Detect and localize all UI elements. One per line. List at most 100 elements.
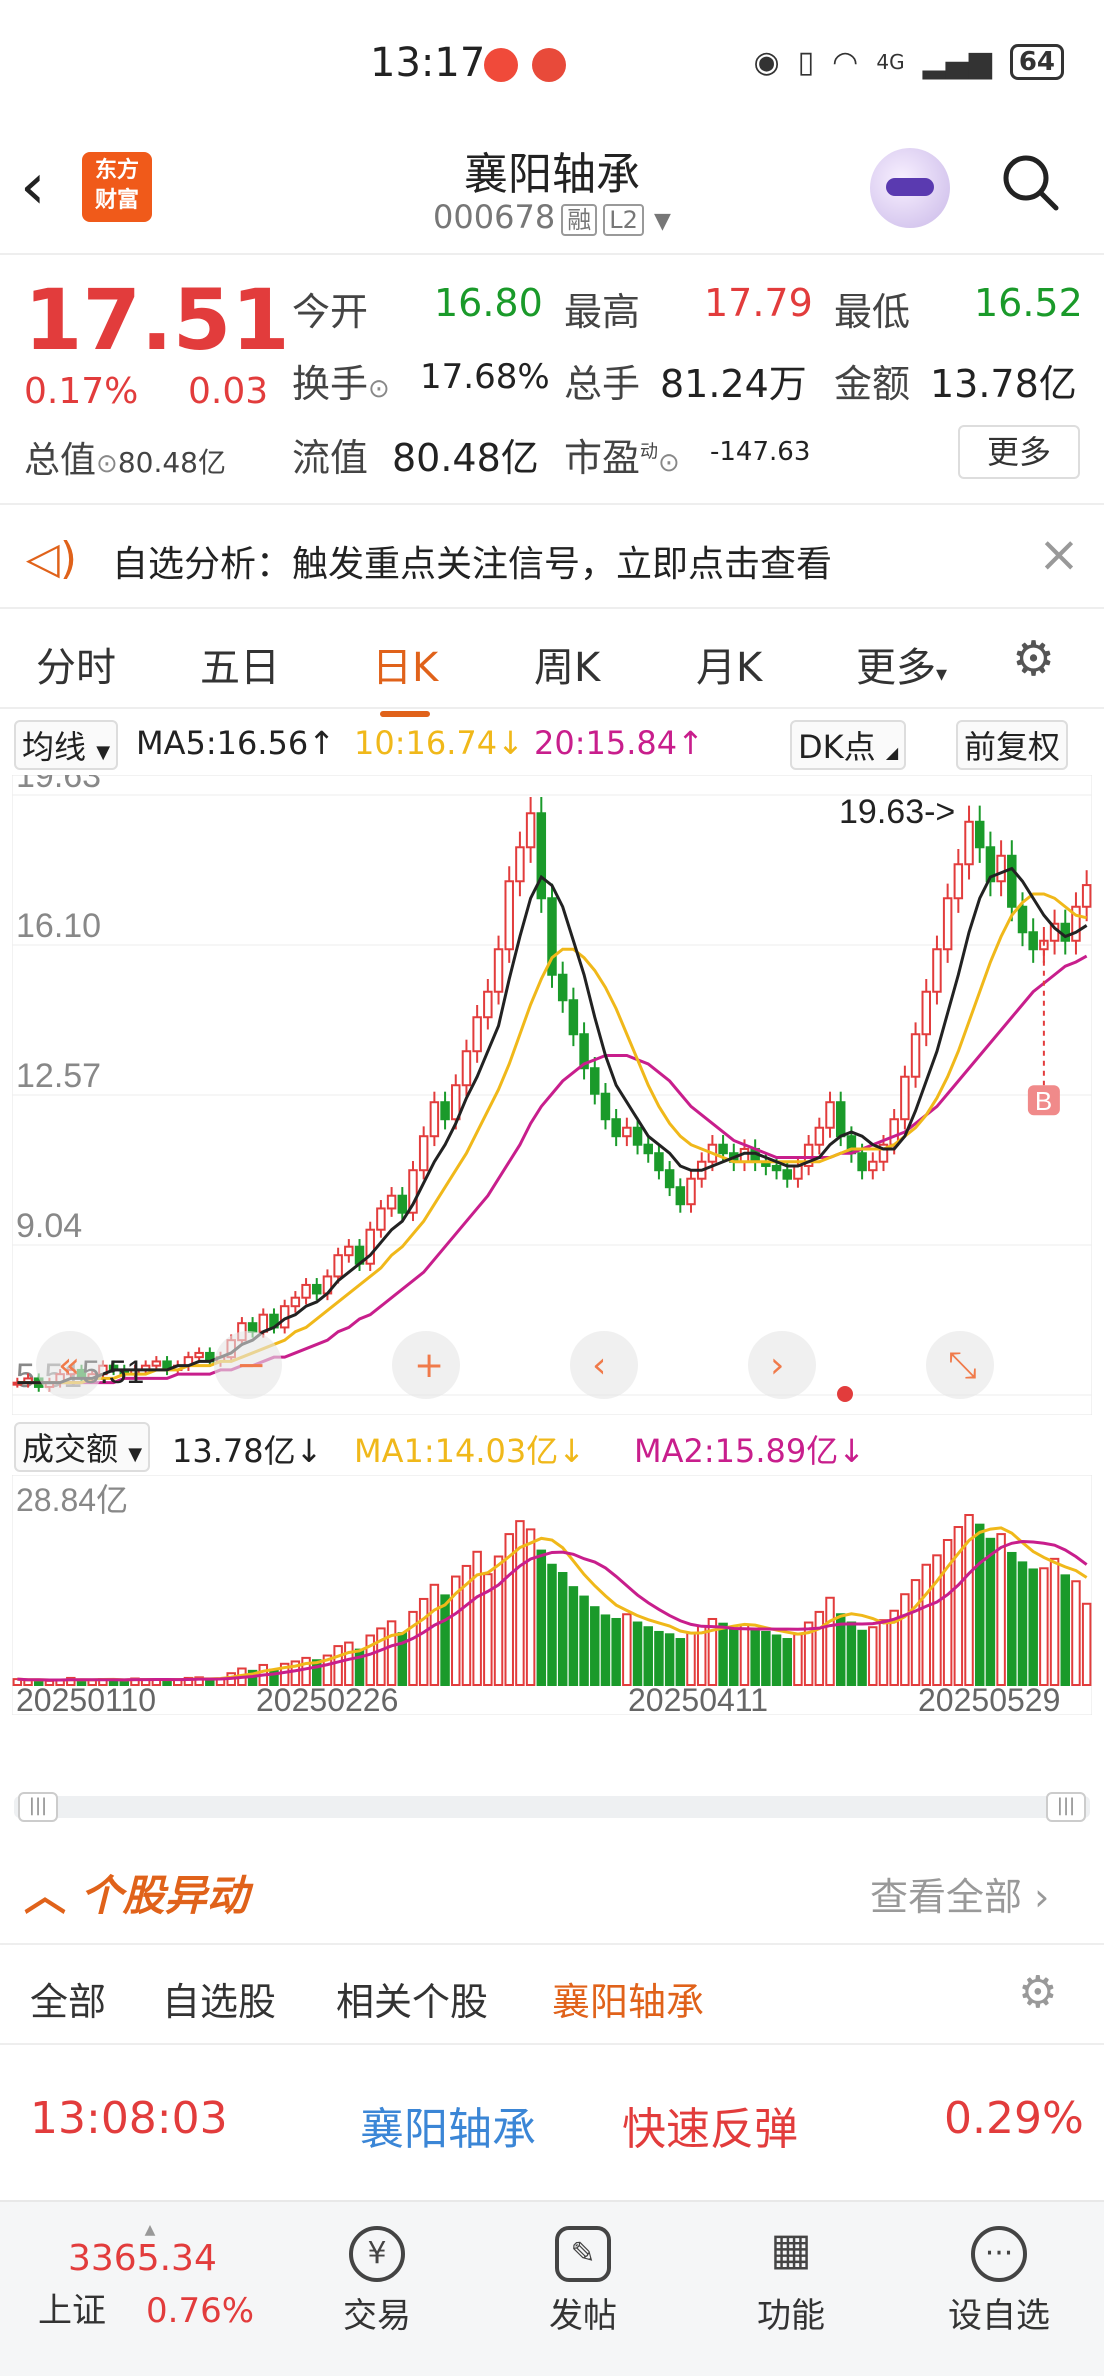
nav-add-watchlist[interactable]: ··· 设自选 bbox=[924, 2202, 1074, 2337]
movement-tab-all[interactable]: 全部 bbox=[30, 1971, 106, 2026]
view-all-link[interactable]: 查看全部 › bbox=[870, 1866, 1049, 1921]
eye-icon: ◉ bbox=[753, 44, 780, 80]
volume-bar bbox=[793, 1633, 803, 1686]
tab-monthly-k[interactable]: 月K bbox=[696, 635, 762, 693]
tab-more[interactable]: 更多▾ bbox=[856, 635, 947, 693]
float-label: 流值 bbox=[292, 436, 369, 480]
volume-bar bbox=[996, 1533, 1006, 1686]
nav-post-label: 发帖 bbox=[549, 2296, 617, 2336]
high-annotation: 19.63-> bbox=[839, 793, 955, 831]
settings-gear-icon[interactable]: ⚙ bbox=[1012, 631, 1055, 687]
volume-bar bbox=[1039, 1567, 1049, 1686]
slider-right-handle[interactable]: ||| bbox=[1046, 1792, 1086, 1822]
chart-control-button[interactable]: ⤡ bbox=[926, 1331, 994, 1399]
kline-chart[interactable]: 19.6316.1012.579.045.5119.63->5.51B«−+‹›… bbox=[12, 775, 1092, 1415]
candle-body bbox=[1017, 905, 1028, 934]
assistant-robot-icon[interactable] bbox=[870, 148, 950, 228]
nav-post[interactable]: ✎ 发帖 bbox=[508, 2202, 658, 2337]
volume-bar bbox=[1049, 1557, 1060, 1686]
movement-row[interactable]: 13:08:03 襄阳轴承 快速反弹 0.29% bbox=[0, 2045, 1104, 2195]
movement-tab-watchlist[interactable]: 自选股 bbox=[162, 1971, 276, 2026]
volume-bar bbox=[729, 1627, 739, 1686]
alert-bar[interactable]: ◁) 自选分析：触发重点关注信号，立即点击查看 × bbox=[0, 503, 1104, 609]
volume-value: 81.24万 bbox=[660, 362, 807, 406]
candle-body bbox=[493, 948, 504, 993]
candle-body bbox=[664, 1169, 675, 1189]
chart-control-button[interactable]: « bbox=[36, 1331, 104, 1399]
volume-bar bbox=[771, 1634, 782, 1687]
chart-control-button[interactable]: + bbox=[392, 1331, 460, 1399]
candle-body bbox=[611, 1118, 621, 1138]
indicator-dropdown[interactable]: 均线 ▼ bbox=[14, 720, 119, 770]
x-date-label: 20250110 bbox=[16, 1682, 156, 1715]
chart-control-button[interactable]: ‹ bbox=[570, 1331, 638, 1399]
x-date-label: 20250226 bbox=[256, 1682, 398, 1715]
tab-weekly-k[interactable]: 周K bbox=[534, 635, 600, 693]
change-percent: 0.17% bbox=[24, 371, 139, 412]
candle-body bbox=[900, 1075, 910, 1121]
volume-bar bbox=[493, 1555, 504, 1686]
candle-body bbox=[782, 1169, 792, 1180]
movement-stock-name[interactable]: 襄阳轴承 bbox=[360, 2093, 536, 2157]
chart-control-icon: › bbox=[770, 1345, 784, 1386]
movement-header: ︿ 个股异动 查看全部 › bbox=[0, 1840, 1104, 1945]
volume-current: 13.78亿↓ bbox=[172, 1432, 323, 1470]
close-icon[interactable]: × bbox=[1038, 525, 1080, 583]
volume-bar bbox=[921, 1563, 931, 1686]
live-dot bbox=[837, 1386, 853, 1402]
candle-body bbox=[376, 1207, 386, 1231]
alert-text[interactable]: 自选分析：触发重点关注信号，立即点击查看 bbox=[112, 535, 832, 587]
status-icons: ◉ ▯ ◠ 4G ▂▄▆ 64 bbox=[753, 44, 1064, 80]
low-value: 16.52 bbox=[974, 281, 1083, 325]
volume-legend-row: 成交额 ▼ 13.78亿↓ MA1:14.03亿↓ MA2:15.89亿↓ bbox=[0, 1420, 1104, 1472]
candle-body bbox=[1060, 922, 1071, 942]
candle-body bbox=[472, 1016, 482, 1053]
volume-bar bbox=[974, 1523, 985, 1686]
candle-body bbox=[654, 1152, 664, 1172]
candle-body bbox=[793, 1164, 803, 1180]
volume-bar bbox=[386, 1620, 397, 1687]
nav-trade[interactable]: ¥ 交易 bbox=[302, 2202, 452, 2337]
volume-bar bbox=[782, 1638, 792, 1686]
index-pct: 0.76% bbox=[146, 2291, 255, 2331]
movement-event: 快速反弹 bbox=[622, 2104, 798, 2155]
volume-bar bbox=[814, 1610, 825, 1686]
index-ticker[interactable]: ▲ 3365.34 上证 0.76% bbox=[20, 2222, 280, 2332]
nav-functions[interactable]: ▦ 功能 bbox=[716, 2202, 866, 2337]
more-button[interactable]: 更多 bbox=[958, 425, 1080, 479]
dk-point-dropdown[interactable]: DK点 ◢ bbox=[790, 720, 907, 770]
period-tabs: 分时 五日 日K 周K 月K 更多▾ ⚙ bbox=[0, 609, 1104, 717]
candle-body bbox=[771, 1164, 782, 1172]
chart-range-slider[interactable]: ||| ||| bbox=[14, 1792, 1090, 1822]
candle-body bbox=[921, 990, 931, 1036]
search-icon[interactable] bbox=[1000, 152, 1060, 212]
tab-five-day[interactable]: 五日 bbox=[200, 635, 280, 693]
movement-tab-stock[interactable]: 襄阳轴承 bbox=[552, 1971, 704, 2026]
slider-left-handle[interactable]: ||| bbox=[18, 1792, 58, 1822]
bottom-nav: ▲ 3365.34 上证 0.76% ¥ 交易 ✎ 发帖 ▦ 功能 ··· 设自选 bbox=[0, 2200, 1104, 2376]
wifi-icon: ◠ bbox=[832, 44, 859, 80]
candle-body bbox=[964, 820, 974, 866]
candle-body bbox=[622, 1126, 632, 1138]
candle-body bbox=[247, 1322, 258, 1333]
candle-body bbox=[590, 1067, 600, 1095]
volume-bar bbox=[664, 1633, 675, 1686]
chart-control-button[interactable]: › bbox=[748, 1331, 816, 1399]
margin-tag: 融 bbox=[561, 204, 598, 236]
volume-chart[interactable]: 28.84亿 20250110 20250226 20250411 20250529 bbox=[12, 1475, 1092, 1715]
movement-tab-related[interactable]: 相关个股 bbox=[336, 1971, 488, 2026]
speaker-icon: ◁) bbox=[26, 533, 78, 584]
nav-add-watchlist-label: 设自选 bbox=[948, 2296, 1050, 2336]
volume-indicator-dropdown[interactable]: 成交额 ▼ bbox=[14, 1422, 151, 1472]
candle-body bbox=[814, 1126, 825, 1146]
adjust-dropdown[interactable]: 前复权 bbox=[956, 720, 1069, 770]
volume-bar bbox=[1071, 1580, 1081, 1686]
tab-intraday[interactable]: 分时 bbox=[36, 635, 116, 693]
tab-daily-k[interactable]: 日K bbox=[372, 635, 438, 717]
index-name: 上证 bbox=[38, 2291, 106, 2331]
chart-control-button[interactable]: − bbox=[214, 1331, 282, 1399]
volume-bar bbox=[547, 1563, 557, 1686]
amount-value: 13.78亿 bbox=[930, 362, 1077, 406]
pe-value: -147.63 bbox=[710, 437, 811, 467]
settings-gear-icon[interactable]: ⚙ bbox=[1018, 1967, 1057, 2018]
